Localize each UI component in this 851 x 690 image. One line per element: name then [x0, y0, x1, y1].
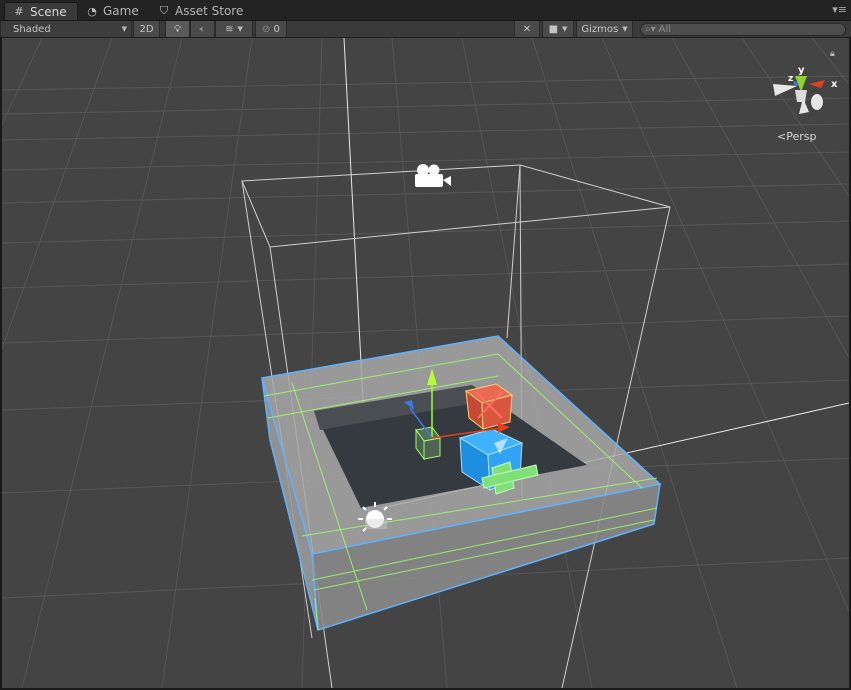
dropdown-arrow-icon: ▼: [121, 25, 127, 33]
window-menu-icon[interactable]: ▾≡: [832, 3, 847, 16]
scene-viewport[interactable]: y x z <Persp 🔒︎: [2, 38, 849, 688]
camera-settings-dropdown[interactable]: ■ ▼: [542, 21, 574, 37]
effects-dropdown[interactable]: ≋ ▼: [215, 21, 253, 37]
search-input[interactable]: ⌕▾ All: [640, 23, 846, 36]
scene-window: # Scene ◔ Game ⛉ Asset Store ▾≡ Shaded ▼…: [0, 0, 851, 690]
axis-label-y: y: [798, 65, 805, 76]
hidden-count: 0: [273, 23, 280, 35]
orientation-gizmo[interactable]: y x z: [773, 65, 838, 114]
game-pacman-icon: ◔: [87, 4, 97, 18]
search-icon: ⌕▾: [645, 24, 656, 35]
axis-label-x: x: [831, 79, 838, 90]
tab-asset-store[interactable]: ⛉ Asset Store: [150, 2, 253, 20]
lightbulb-icon: 💡︎: [174, 23, 181, 35]
scene-toolbar: Shaded ▼ 2D 💡︎ 🔈︎ ≋ ▼ ⊘ 0 ✕ ■ ▼ Gizmos ▼: [0, 21, 851, 38]
projection-label: Persp: [786, 130, 817, 143]
persp-chevron-icon: <: [777, 130, 787, 143]
lighting-toggle-button[interactable]: 💡︎: [165, 21, 190, 37]
camera-icon: ■: [548, 23, 559, 35]
tab-label: Asset Store: [175, 4, 244, 18]
tab-bar: # Scene ◔ Game ⛉ Asset Store ▾≡: [0, 0, 851, 21]
tab-label: Scene: [30, 4, 67, 19]
tab-label: Game: [103, 4, 139, 18]
asset-store-bag-icon: ⛉: [159, 4, 169, 17]
scene-tools-button[interactable]: ✕: [514, 21, 540, 37]
gizmos-label: Gizmos: [581, 23, 619, 35]
dropdown-arrow-icon: ▼: [237, 25, 243, 33]
tab-game[interactable]: ◔ Game: [78, 2, 149, 20]
effects-layers-icon: ≋: [225, 23, 234, 35]
eye-slash-icon: ⊘: [262, 23, 271, 35]
wrench-tools-icon: ✕: [522, 23, 532, 35]
shading-mode-label: Shaded: [13, 23, 51, 35]
projection-toggle[interactable]: <Persp: [777, 130, 816, 143]
camera-gizmo-icon[interactable]: [415, 164, 451, 187]
hidden-objects-toggle[interactable]: ⊘ 0: [255, 21, 287, 37]
tab-scene[interactable]: # Scene: [4, 2, 78, 20]
gizmos-dropdown[interactable]: Gizmos ▼: [576, 21, 633, 37]
audio-toggle-button[interactable]: 🔈︎: [190, 21, 215, 37]
wall-frame-object[interactable]: [261, 335, 662, 631]
dropdown-arrow-icon: ▼: [562, 25, 568, 33]
axis-label-z: z: [788, 74, 793, 84]
scene-grid-icon: #: [14, 5, 24, 18]
lock-icon[interactable]: 🔒︎: [830, 49, 835, 59]
search-placeholder: All: [658, 24, 672, 35]
dropdown-arrow-icon: ▼: [622, 25, 628, 33]
2d-label: 2D: [139, 23, 154, 35]
scene-canvas[interactable]: y x z: [2, 38, 849, 688]
2d-toggle-button[interactable]: 2D: [133, 21, 160, 37]
shading-mode-dropdown[interactable]: Shaded ▼: [0, 21, 132, 37]
speaker-icon: 🔈︎: [199, 23, 206, 35]
